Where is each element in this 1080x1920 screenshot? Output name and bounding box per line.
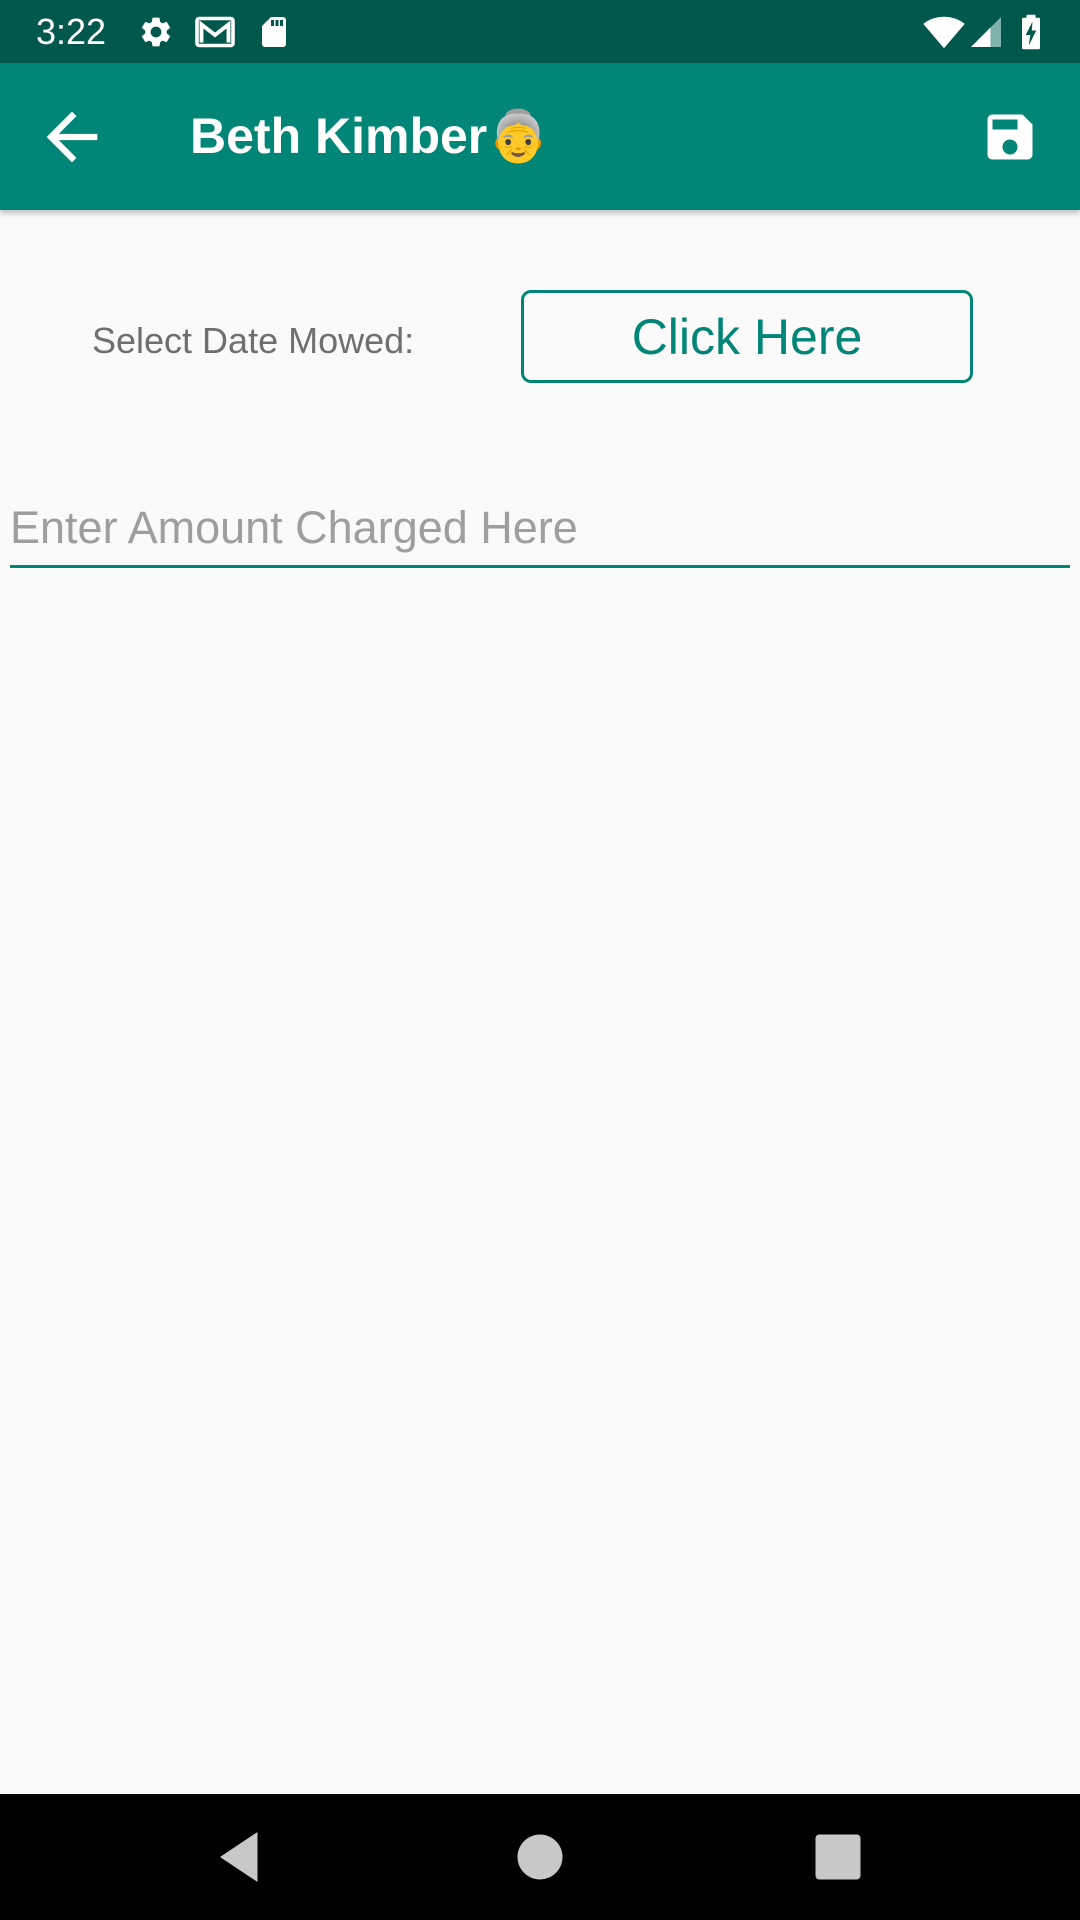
- date-mowed-label: Select Date Mowed:: [92, 320, 415, 361]
- cell-signal-icon: [971, 17, 1001, 47]
- arrow-back-icon[interactable]: [34, 99, 110, 175]
- page-title: Beth Kimber👵: [190, 108, 550, 164]
- amount-charged-field[interactable]: [10, 496, 1070, 568]
- app-toolbar: Beth Kimber👵: [0, 63, 1080, 210]
- select-date-button[interactable]: Click Here: [521, 290, 973, 383]
- screen: 3:22 Beth Kimber👵 Select Date Mowed: Cli…: [0, 0, 1080, 1920]
- sd-card-icon: [262, 17, 286, 47]
- status-time: 3:22: [36, 11, 107, 52]
- battery-charging-icon: [1022, 14, 1040, 50]
- save-icon[interactable]: [980, 107, 1040, 167]
- home-circle-icon[interactable]: [510, 1827, 570, 1887]
- recents-square-icon[interactable]: [808, 1827, 868, 1887]
- wifi-icon: [923, 16, 965, 49]
- gmail-icon: [195, 16, 235, 48]
- status-bar: 3:22: [0, 0, 1080, 63]
- back-triangle-icon[interactable]: [210, 1827, 270, 1887]
- navigation-bar: [0, 1794, 1080, 1920]
- settings-icon: [141, 17, 171, 47]
